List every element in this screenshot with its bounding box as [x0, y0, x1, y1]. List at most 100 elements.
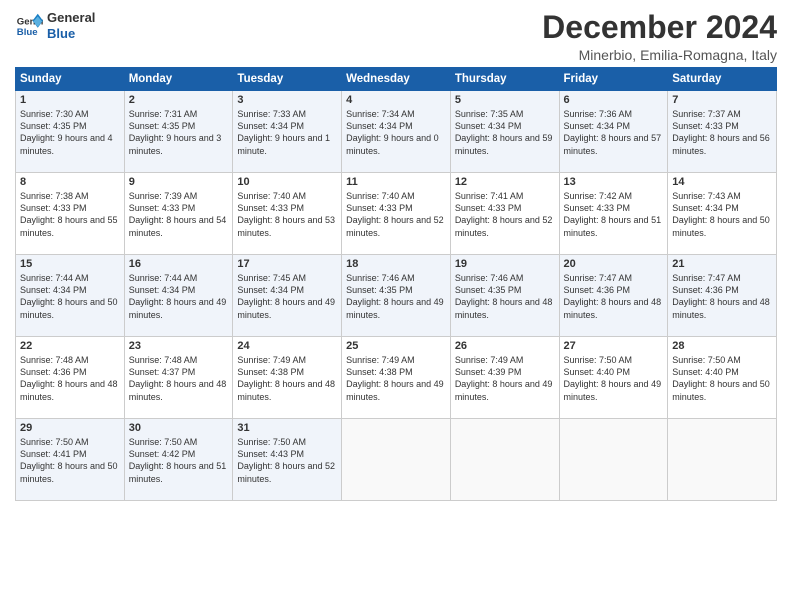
calendar-cell: 20 Sunrise: 7:47 AMSunset: 4:36 PMDaylig…	[559, 255, 668, 337]
calendar-cell: 5 Sunrise: 7:35 AMSunset: 4:34 PMDayligh…	[450, 91, 559, 173]
cell-content: Sunrise: 7:50 AMSunset: 4:43 PMDaylight:…	[237, 436, 337, 485]
day-number: 28	[672, 340, 772, 352]
day-number: 5	[455, 94, 555, 106]
cell-content: Sunrise: 7:49 AMSunset: 4:39 PMDaylight:…	[455, 354, 555, 403]
day-number: 27	[564, 340, 664, 352]
logo-icon: General Blue	[15, 12, 43, 40]
day-number: 10	[237, 176, 337, 188]
calendar-cell: 7 Sunrise: 7:37 AMSunset: 4:33 PMDayligh…	[668, 91, 777, 173]
cell-content: Sunrise: 7:50 AMSunset: 4:40 PMDaylight:…	[672, 354, 772, 403]
cell-content: Sunrise: 7:41 AMSunset: 4:33 PMDaylight:…	[455, 190, 555, 239]
month-title: December 2024	[542, 10, 777, 45]
page-container: General Blue General Blue December 2024 …	[0, 0, 792, 511]
day-number: 15	[20, 258, 120, 270]
calendar-cell: 6 Sunrise: 7:36 AMSunset: 4:34 PMDayligh…	[559, 91, 668, 173]
cell-content: Sunrise: 7:50 AMSunset: 4:41 PMDaylight:…	[20, 436, 120, 485]
calendar-cell: 8 Sunrise: 7:38 AMSunset: 4:33 PMDayligh…	[16, 173, 125, 255]
calendar-cell: 22 Sunrise: 7:48 AMSunset: 4:36 PMDaylig…	[16, 337, 125, 419]
day-number: 2	[129, 94, 229, 106]
cell-content: Sunrise: 7:39 AMSunset: 4:33 PMDaylight:…	[129, 190, 229, 239]
cell-content: Sunrise: 7:44 AMSunset: 4:34 PMDaylight:…	[129, 272, 229, 321]
cell-content: Sunrise: 7:31 AMSunset: 4:35 PMDaylight:…	[129, 108, 229, 157]
day-number: 30	[129, 422, 229, 434]
calendar-week-5: 29 Sunrise: 7:50 AMSunset: 4:41 PMDaylig…	[16, 419, 777, 501]
calendar-cell: 23 Sunrise: 7:48 AMSunset: 4:37 PMDaylig…	[124, 337, 233, 419]
calendar-cell: 18 Sunrise: 7:46 AMSunset: 4:35 PMDaylig…	[342, 255, 451, 337]
header-sunday: Sunday	[16, 68, 125, 91]
cell-content: Sunrise: 7:49 AMSunset: 4:38 PMDaylight:…	[237, 354, 337, 403]
calendar-cell: 4 Sunrise: 7:34 AMSunset: 4:34 PMDayligh…	[342, 91, 451, 173]
calendar-cell	[450, 419, 559, 501]
calendar-week-3: 15 Sunrise: 7:44 AMSunset: 4:34 PMDaylig…	[16, 255, 777, 337]
calendar-cell: 19 Sunrise: 7:46 AMSunset: 4:35 PMDaylig…	[450, 255, 559, 337]
calendar-cell: 24 Sunrise: 7:49 AMSunset: 4:38 PMDaylig…	[233, 337, 342, 419]
day-number: 12	[455, 176, 555, 188]
day-number: 11	[346, 176, 446, 188]
page-header: General Blue General Blue December 2024 …	[15, 10, 777, 63]
calendar-cell: 10 Sunrise: 7:40 AMSunset: 4:33 PMDaylig…	[233, 173, 342, 255]
location-subtitle: Minerbio, Emilia-Romagna, Italy	[542, 47, 777, 63]
cell-content: Sunrise: 7:48 AMSunset: 4:36 PMDaylight:…	[20, 354, 120, 403]
header-thursday: Thursday	[450, 68, 559, 91]
header-saturday: Saturday	[668, 68, 777, 91]
cell-content: Sunrise: 7:43 AMSunset: 4:34 PMDaylight:…	[672, 190, 772, 239]
cell-content: Sunrise: 7:48 AMSunset: 4:37 PMDaylight:…	[129, 354, 229, 403]
day-number: 3	[237, 94, 337, 106]
calendar-cell: 12 Sunrise: 7:41 AMSunset: 4:33 PMDaylig…	[450, 173, 559, 255]
calendar-cell	[559, 419, 668, 501]
header-wednesday: Wednesday	[342, 68, 451, 91]
calendar-week-1: 1 Sunrise: 7:30 AMSunset: 4:35 PMDayligh…	[16, 91, 777, 173]
logo: General Blue General Blue	[15, 10, 95, 41]
calendar-cell: 1 Sunrise: 7:30 AMSunset: 4:35 PMDayligh…	[16, 91, 125, 173]
cell-content: Sunrise: 7:34 AMSunset: 4:34 PMDaylight:…	[346, 108, 446, 157]
calendar-cell: 15 Sunrise: 7:44 AMSunset: 4:34 PMDaylig…	[16, 255, 125, 337]
calendar-cell: 17 Sunrise: 7:45 AMSunset: 4:34 PMDaylig…	[233, 255, 342, 337]
day-number: 18	[346, 258, 446, 270]
calendar-cell: 30 Sunrise: 7:50 AMSunset: 4:42 PMDaylig…	[124, 419, 233, 501]
calendar-cell: 21 Sunrise: 7:47 AMSunset: 4:36 PMDaylig…	[668, 255, 777, 337]
title-block: December 2024 Minerbio, Emilia-Romagna, …	[542, 10, 777, 63]
logo-line1: General	[47, 10, 95, 26]
cell-content: Sunrise: 7:40 AMSunset: 4:33 PMDaylight:…	[346, 190, 446, 239]
cell-content: Sunrise: 7:50 AMSunset: 4:40 PMDaylight:…	[564, 354, 664, 403]
day-number: 1	[20, 94, 120, 106]
day-number: 6	[564, 94, 664, 106]
calendar-week-2: 8 Sunrise: 7:38 AMSunset: 4:33 PMDayligh…	[16, 173, 777, 255]
header-monday: Monday	[124, 68, 233, 91]
calendar-table: SundayMondayTuesdayWednesdayThursdayFrid…	[15, 67, 777, 501]
day-number: 4	[346, 94, 446, 106]
cell-content: Sunrise: 7:47 AMSunset: 4:36 PMDaylight:…	[672, 272, 772, 321]
day-number: 7	[672, 94, 772, 106]
day-number: 19	[455, 258, 555, 270]
cell-content: Sunrise: 7:33 AMSunset: 4:34 PMDaylight:…	[237, 108, 337, 157]
cell-content: Sunrise: 7:46 AMSunset: 4:35 PMDaylight:…	[346, 272, 446, 321]
calendar-cell	[342, 419, 451, 501]
calendar-cell	[668, 419, 777, 501]
day-number: 31	[237, 422, 337, 434]
day-number: 26	[455, 340, 555, 352]
day-number: 13	[564, 176, 664, 188]
calendar-header-row: SundayMondayTuesdayWednesdayThursdayFrid…	[16, 68, 777, 91]
calendar-cell: 16 Sunrise: 7:44 AMSunset: 4:34 PMDaylig…	[124, 255, 233, 337]
day-number: 20	[564, 258, 664, 270]
cell-content: Sunrise: 7:47 AMSunset: 4:36 PMDaylight:…	[564, 272, 664, 321]
calendar-cell: 28 Sunrise: 7:50 AMSunset: 4:40 PMDaylig…	[668, 337, 777, 419]
day-number: 21	[672, 258, 772, 270]
day-number: 24	[237, 340, 337, 352]
day-number: 22	[20, 340, 120, 352]
cell-content: Sunrise: 7:30 AMSunset: 4:35 PMDaylight:…	[20, 108, 120, 157]
cell-content: Sunrise: 7:50 AMSunset: 4:42 PMDaylight:…	[129, 436, 229, 485]
calendar-cell: 3 Sunrise: 7:33 AMSunset: 4:34 PMDayligh…	[233, 91, 342, 173]
calendar-week-4: 22 Sunrise: 7:48 AMSunset: 4:36 PMDaylig…	[16, 337, 777, 419]
logo-line2: Blue	[47, 26, 95, 42]
day-number: 8	[20, 176, 120, 188]
calendar-cell: 31 Sunrise: 7:50 AMSunset: 4:43 PMDaylig…	[233, 419, 342, 501]
calendar-cell: 29 Sunrise: 7:50 AMSunset: 4:41 PMDaylig…	[16, 419, 125, 501]
cell-content: Sunrise: 7:37 AMSunset: 4:33 PMDaylight:…	[672, 108, 772, 157]
day-number: 9	[129, 176, 229, 188]
day-number: 17	[237, 258, 337, 270]
header-friday: Friday	[559, 68, 668, 91]
day-number: 16	[129, 258, 229, 270]
cell-content: Sunrise: 7:40 AMSunset: 4:33 PMDaylight:…	[237, 190, 337, 239]
cell-content: Sunrise: 7:45 AMSunset: 4:34 PMDaylight:…	[237, 272, 337, 321]
